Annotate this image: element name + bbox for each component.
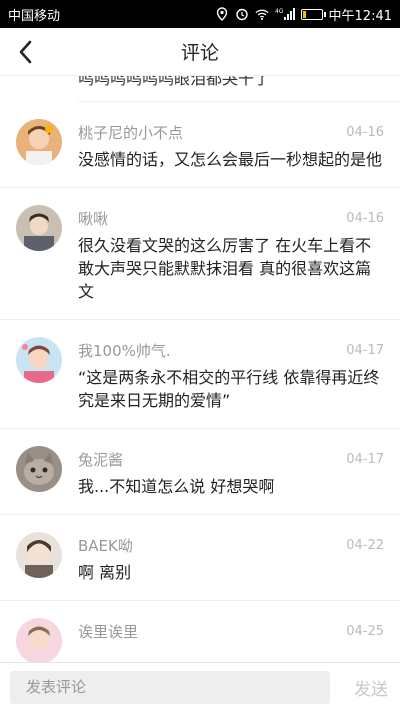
comment-item[interactable]: 我100%帅气. 04-17 “这是两条永不相交的平行线 依靠得再近终究是来日无… [0, 320, 400, 429]
comment-item[interactable]: 桃子尼的小不点 04-16 没感情的话，又怎么会最后一秒想起的是他 [0, 102, 400, 188]
page-title: 评论 [180, 42, 219, 64]
comment-date: 04-22 [346, 537, 384, 553]
comment-list[interactable]: 呜呜呜呜呜呜眼泪都哭干了 桃子尼的小不点 04-16 没感情的话，又怎么会最后一… [0, 76, 400, 662]
send-button[interactable]: 发送 [354, 675, 388, 700]
clock-label: 中午12:41 [328, 8, 392, 24]
comment-date: 04-16 [346, 124, 384, 140]
location-icon [215, 7, 229, 21]
comment-date: 04-16 [346, 210, 384, 226]
comment-composer: 发送 [0, 662, 400, 711]
battery-level [302, 10, 306, 18]
comment-item[interactable]: BAEK呦 04-22 啊 离别 [0, 515, 400, 601]
comment-username[interactable]: 啾啾 [78, 208, 108, 229]
comment-username[interactable]: 诶里诶里 [78, 621, 138, 642]
comment-text: 啊 离别 [78, 563, 132, 582]
comment-item[interactable]: 啾啾 04-16 很久没看文哭的这么厉害了 在火车上看不敢大声哭只能默默抹泪看 … [0, 188, 400, 320]
app-header: 评论 [0, 28, 400, 76]
alarm-icon [235, 7, 249, 21]
avatar[interactable] [16, 337, 62, 383]
comment-text: 很久没看文哭的这么厉害了 在火车上看不敢大声哭只能默默抹泪看 真的很喜欢这篇文 [78, 236, 372, 301]
chevron-left-icon [19, 40, 32, 64]
comment-input[interactable] [10, 670, 330, 704]
comment-text: “这是两条永不相交的平行线 依靠得再近终究是来日无期的爱情” [78, 368, 380, 410]
status-bar: 中国移动 4G 中午12:41 [0, 0, 400, 28]
comment-date: 04-17 [346, 342, 384, 358]
comment-username[interactable]: 我100%帅气. [78, 340, 171, 361]
avatar[interactable] [16, 119, 62, 165]
comment-text: 没感情的话，又怎么会最后一秒想起的是他 [78, 150, 383, 169]
status-icons: 4G 中午12:41 [215, 5, 392, 24]
comment-username[interactable]: 桃子尼的小不点 [78, 122, 183, 143]
svg-text:4G: 4G [275, 8, 284, 15]
comment-date: 04-25 [346, 623, 384, 639]
signal-icon: 4G [275, 7, 295, 21]
avatar[interactable] [16, 446, 62, 492]
wifi-icon [254, 7, 269, 21]
comment-username[interactable]: BAEK呦 [78, 535, 133, 556]
partial-comment: 呜呜呜呜呜呜眼泪都哭干了 [78, 76, 400, 102]
avatar[interactable] [16, 618, 62, 662]
comment-item[interactable]: 兔泥酱 04-17 我...不知道怎么说 好想哭啊 [0, 429, 400, 515]
comment-text: 我...不知道怎么说 好想哭啊 [78, 477, 275, 496]
avatar[interactable] [16, 532, 62, 578]
comment-item[interactable]: 诶里诶里 04-25 [0, 601, 400, 662]
comment-date: 04-17 [346, 451, 384, 467]
comment-username[interactable]: 兔泥酱 [78, 449, 123, 470]
partial-comment-text: 呜呜呜呜呜呜眼泪都哭干了 [78, 76, 271, 88]
battery-icon [300, 8, 326, 20]
carrier-label: 中国移动 [8, 8, 61, 24]
avatar[interactable] [16, 205, 62, 251]
back-button[interactable] [12, 38, 40, 66]
